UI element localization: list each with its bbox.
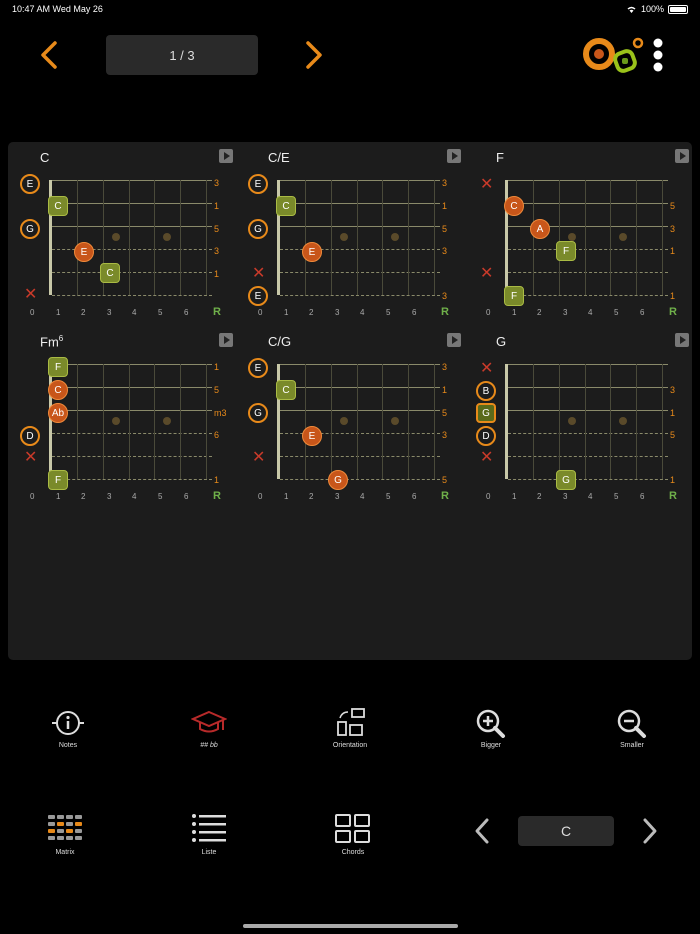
open-string-e: E [248, 174, 268, 194]
status-right: 100% [626, 4, 688, 14]
fretboard [277, 364, 440, 480]
chord-diagram-f[interactable]: F ✕ C A F ✕ F 5 3 1 1 0123456 R [474, 142, 699, 322]
battery-percent: 100% [640, 4, 664, 14]
liste-button[interactable]: Liste [164, 813, 254, 856]
status-bar: 10:47 AM Wed May 26 100% [0, 0, 700, 18]
open-string-d: D [476, 426, 496, 446]
open-string-e: E [248, 358, 268, 378]
matrix-grid-icon [48, 815, 82, 840]
page-indicator[interactable]: 1 / 3 [106, 35, 258, 75]
open-string-g-root: G [476, 403, 496, 423]
mute-icon: ✕ [24, 449, 38, 466]
note-c: C [48, 196, 68, 216]
open-string-e: E [20, 174, 40, 194]
home-indicator[interactable] [243, 924, 458, 928]
note-f-root: F [48, 470, 68, 490]
battery-icon [668, 4, 688, 14]
note-c: C [276, 380, 296, 400]
open-string-g: G [248, 219, 268, 239]
note-e: E [302, 242, 322, 262]
note-g-root: G [556, 470, 576, 490]
notes-button[interactable]: Notes [23, 708, 113, 749]
chord-diagram-c-over-e[interactable]: C/E E C G E ✕ E 3 1 5 3 3 0123456 R [246, 142, 471, 322]
chord-diagram-fm6[interactable]: Fm6 F C Ab D ✕ F 1 5 m3 6 1 0123456 R [18, 326, 243, 506]
note-c: C [504, 196, 524, 216]
chord-name: C/E [268, 150, 290, 165]
chords-grid-icon [335, 814, 370, 843]
chord-name: G [496, 334, 507, 349]
open-string-e-bass: E [248, 286, 268, 306]
fretboard [49, 364, 212, 480]
play-icon[interactable] [219, 149, 233, 163]
note-c: C [48, 380, 68, 400]
note-c: C [276, 196, 296, 216]
play-icon[interactable] [219, 333, 233, 347]
fretboard [505, 180, 668, 296]
note-ab: Ab [48, 403, 68, 423]
note-g-bass: G [328, 470, 348, 490]
chords-button[interactable]: Chords [308, 813, 398, 856]
chord-diagram-g[interactable]: G ✕ B G D ✕ G 3 1 5 1 0123456 R [474, 326, 699, 506]
next-chord-chevron-icon[interactable] [640, 817, 660, 845]
mute-icon: ✕ [252, 265, 266, 282]
chord-name: Fm6 [40, 334, 64, 350]
note-f: F [556, 241, 576, 261]
play-icon[interactable] [447, 333, 461, 347]
open-string-d: D [20, 426, 40, 446]
fretboard [49, 180, 212, 296]
chord-diagram-c[interactable]: C E C G E C ✕ 3 1 5 3 1 0123456 R [18, 142, 243, 322]
mute-icon: ✕ [24, 286, 38, 303]
smaller-button[interactable]: Smaller [587, 708, 677, 749]
open-string-b: B [476, 381, 496, 401]
play-icon[interactable] [447, 149, 461, 163]
note-f: F [48, 357, 68, 377]
mute-icon: ✕ [480, 360, 494, 377]
bigger-button[interactable]: Bigger [446, 708, 536, 749]
chord-selector[interactable]: C [518, 816, 614, 846]
graduation-cap-icon [191, 710, 227, 733]
chord-name: C/G [268, 334, 292, 349]
matrix-button[interactable]: Matrix [20, 813, 110, 856]
prev-chord-chevron-icon[interactable] [472, 817, 492, 845]
prev-page-chevron-icon[interactable] [38, 40, 60, 70]
fretboard [277, 180, 440, 296]
open-string-g: G [20, 219, 40, 239]
chord-name: C [40, 150, 50, 165]
mute-icon: ✕ [480, 449, 494, 466]
wifi-icon [627, 6, 636, 13]
accidentals-button[interactable]: ## bb [164, 708, 254, 749]
play-icon[interactable] [675, 333, 689, 347]
note-c-root: C [100, 263, 120, 283]
open-string-g: G [248, 403, 268, 423]
more-menu-icon[interactable] [652, 38, 664, 74]
mute-icon: ✕ [252, 449, 266, 466]
status-time: 10:47 AM Wed May 26 [12, 4, 103, 14]
mute-icon: ✕ [480, 176, 494, 193]
note-a: A [530, 219, 550, 239]
chord-name: F [496, 150, 504, 165]
fretboard [505, 364, 668, 480]
zoom-out-icon [617, 709, 646, 738]
chord-panel: C E C G E C ✕ 3 1 5 3 1 0123456 R C/E E [8, 142, 692, 660]
orientation-button[interactable]: Orientation [305, 708, 395, 749]
next-page-chevron-icon[interactable] [303, 40, 325, 70]
orientation-icon [337, 708, 365, 736]
app-logo-icon[interactable] [582, 35, 644, 77]
note-e: E [302, 426, 322, 446]
info-icon [52, 711, 84, 735]
list-icon [192, 814, 226, 842]
zoom-in-icon [476, 709, 505, 738]
mute-icon: ✕ [480, 265, 494, 282]
chord-diagram-c-over-g[interactable]: C/G E C G E ✕ G 3 1 5 3 5 0123456 R [246, 326, 471, 506]
play-icon[interactable] [675, 149, 689, 163]
note-e: E [74, 242, 94, 262]
note-f-root: F [504, 286, 524, 306]
